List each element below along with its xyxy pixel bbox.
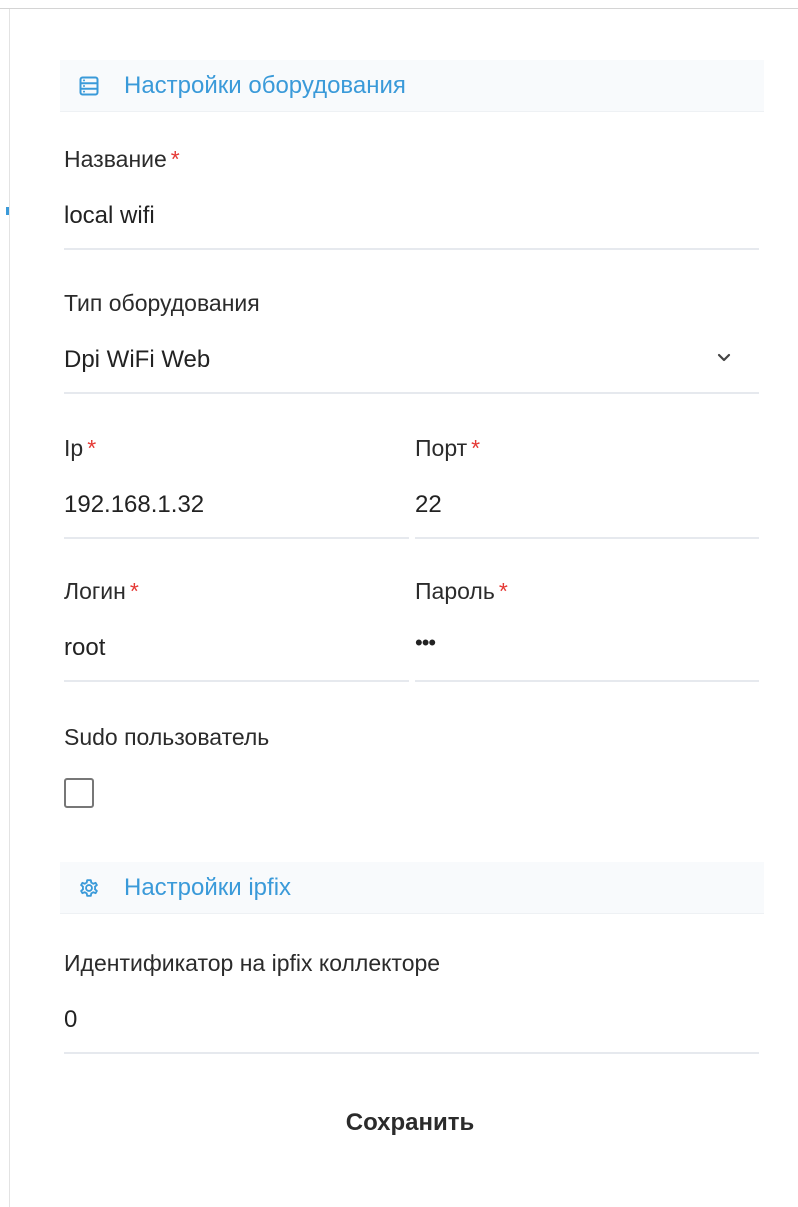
equipment-settings-form: Настройки оборудования Название * local w… — [0, 0, 798, 1207]
required-mark: * — [129, 578, 139, 604]
sudo-user-checkbox[interactable] — [64, 778, 94, 808]
equipment-type-select[interactable]: Dpi WiFi Web — [64, 346, 210, 374]
equipment-type-label: Тип оборудования — [64, 290, 260, 316]
left-divider — [9, 9, 10, 1207]
port-underline — [415, 537, 759, 539]
password-underline — [415, 680, 759, 682]
port-label: Порт * — [415, 435, 481, 461]
login-label: Логин * — [64, 578, 139, 604]
port-input[interactable]: 22 — [415, 491, 442, 519]
required-mark: * — [87, 435, 97, 461]
collector-id-field[interactable]: Идентификатор на ipfix коллекторе 0 — [64, 950, 759, 1056]
password-input[interactable]: ••• — [415, 630, 436, 656]
password-field[interactable]: Пароль * ••• — [415, 578, 759, 684]
name-underline — [64, 248, 759, 250]
collector-id-input[interactable]: 0 — [64, 1006, 77, 1034]
required-mark: * — [471, 435, 481, 461]
ip-field[interactable]: Ip * 192.168.1.32 — [64, 435, 409, 541]
ip-label: Ip * — [64, 435, 97, 461]
gear-icon — [78, 877, 100, 899]
login-underline — [64, 680, 409, 682]
name-label: Название * — [64, 146, 180, 172]
chevron-down-icon[interactable] — [714, 348, 734, 368]
ip-input[interactable]: 192.168.1.32 — [64, 491, 204, 519]
password-label: Пароль * — [415, 578, 508, 604]
equipment-section-title: Настройки оборудования — [124, 71, 406, 99]
port-field[interactable]: Порт * 22 — [415, 435, 759, 541]
login-field[interactable]: Логин * root — [64, 578, 409, 684]
name-input[interactable]: local wifi — [64, 202, 155, 230]
top-divider — [0, 8, 798, 9]
left-marker — [6, 207, 9, 215]
login-input[interactable]: root — [64, 634, 105, 662]
collector-id-label: Идентификатор на ipfix коллекторе — [64, 950, 441, 976]
server-icon — [78, 75, 100, 97]
equipment-section-header: Настройки оборудования — [60, 60, 764, 112]
equipment-type-underline — [64, 392, 759, 394]
save-button[interactable]: Сохранить — [300, 1100, 520, 1146]
collector-id-underline — [64, 1052, 759, 1054]
sudo-user-label: Sudo пользователь — [64, 724, 270, 750]
ipfix-section-header: Настройки ipfix — [60, 862, 764, 914]
required-mark: * — [170, 146, 180, 172]
ipfix-section-title: Настройки ipfix — [124, 873, 292, 901]
required-mark: * — [498, 578, 508, 604]
equipment-type-field[interactable]: Тип оборудования Dpi WiFi Web — [64, 290, 759, 396]
name-field[interactable]: Название * local wifi — [64, 146, 759, 252]
ip-underline — [64, 537, 409, 539]
